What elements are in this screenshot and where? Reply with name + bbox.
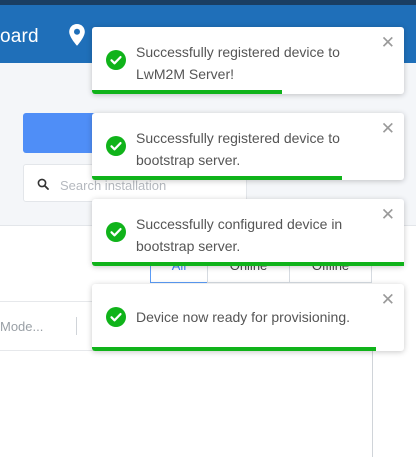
toast-progress-bar	[92, 262, 404, 266]
success-check-icon	[106, 136, 126, 156]
map-pin-icon[interactable]	[68, 24, 86, 46]
toast-progress-bar	[92, 347, 376, 351]
toast-message: Device now ready for provisioning.	[136, 309, 350, 325]
toast-progress-bar	[92, 176, 342, 180]
success-check-icon	[106, 50, 126, 70]
toast-notification: Device now ready for provisioning. ✕	[92, 284, 404, 351]
close-icon[interactable]: ✕	[381, 206, 395, 223]
search-icon	[37, 178, 49, 190]
dashboard-title[interactable]: oard	[0, 26, 39, 48]
close-icon[interactable]: ✕	[381, 291, 395, 308]
toast-notification: Successfully registered device to bootst…	[92, 113, 404, 180]
success-check-icon	[106, 222, 126, 242]
toast-message: Successfully configured device in bootst…	[136, 216, 343, 254]
toast-progress-bar	[92, 90, 283, 94]
toast-notification: Successfully registered device to LwM2M …	[92, 27, 404, 94]
column-header-mode[interactable]: Mode...	[0, 319, 43, 334]
toast-message: Successfully registered device to bootst…	[136, 130, 340, 168]
close-icon[interactable]: ✕	[381, 120, 395, 137]
toast-notification: Successfully configured device in bootst…	[92, 199, 404, 266]
success-check-icon	[106, 307, 126, 327]
column-divider	[76, 317, 77, 335]
toast-message: Successfully registered device to LwM2M …	[136, 44, 340, 82]
close-icon[interactable]: ✕	[381, 34, 395, 51]
